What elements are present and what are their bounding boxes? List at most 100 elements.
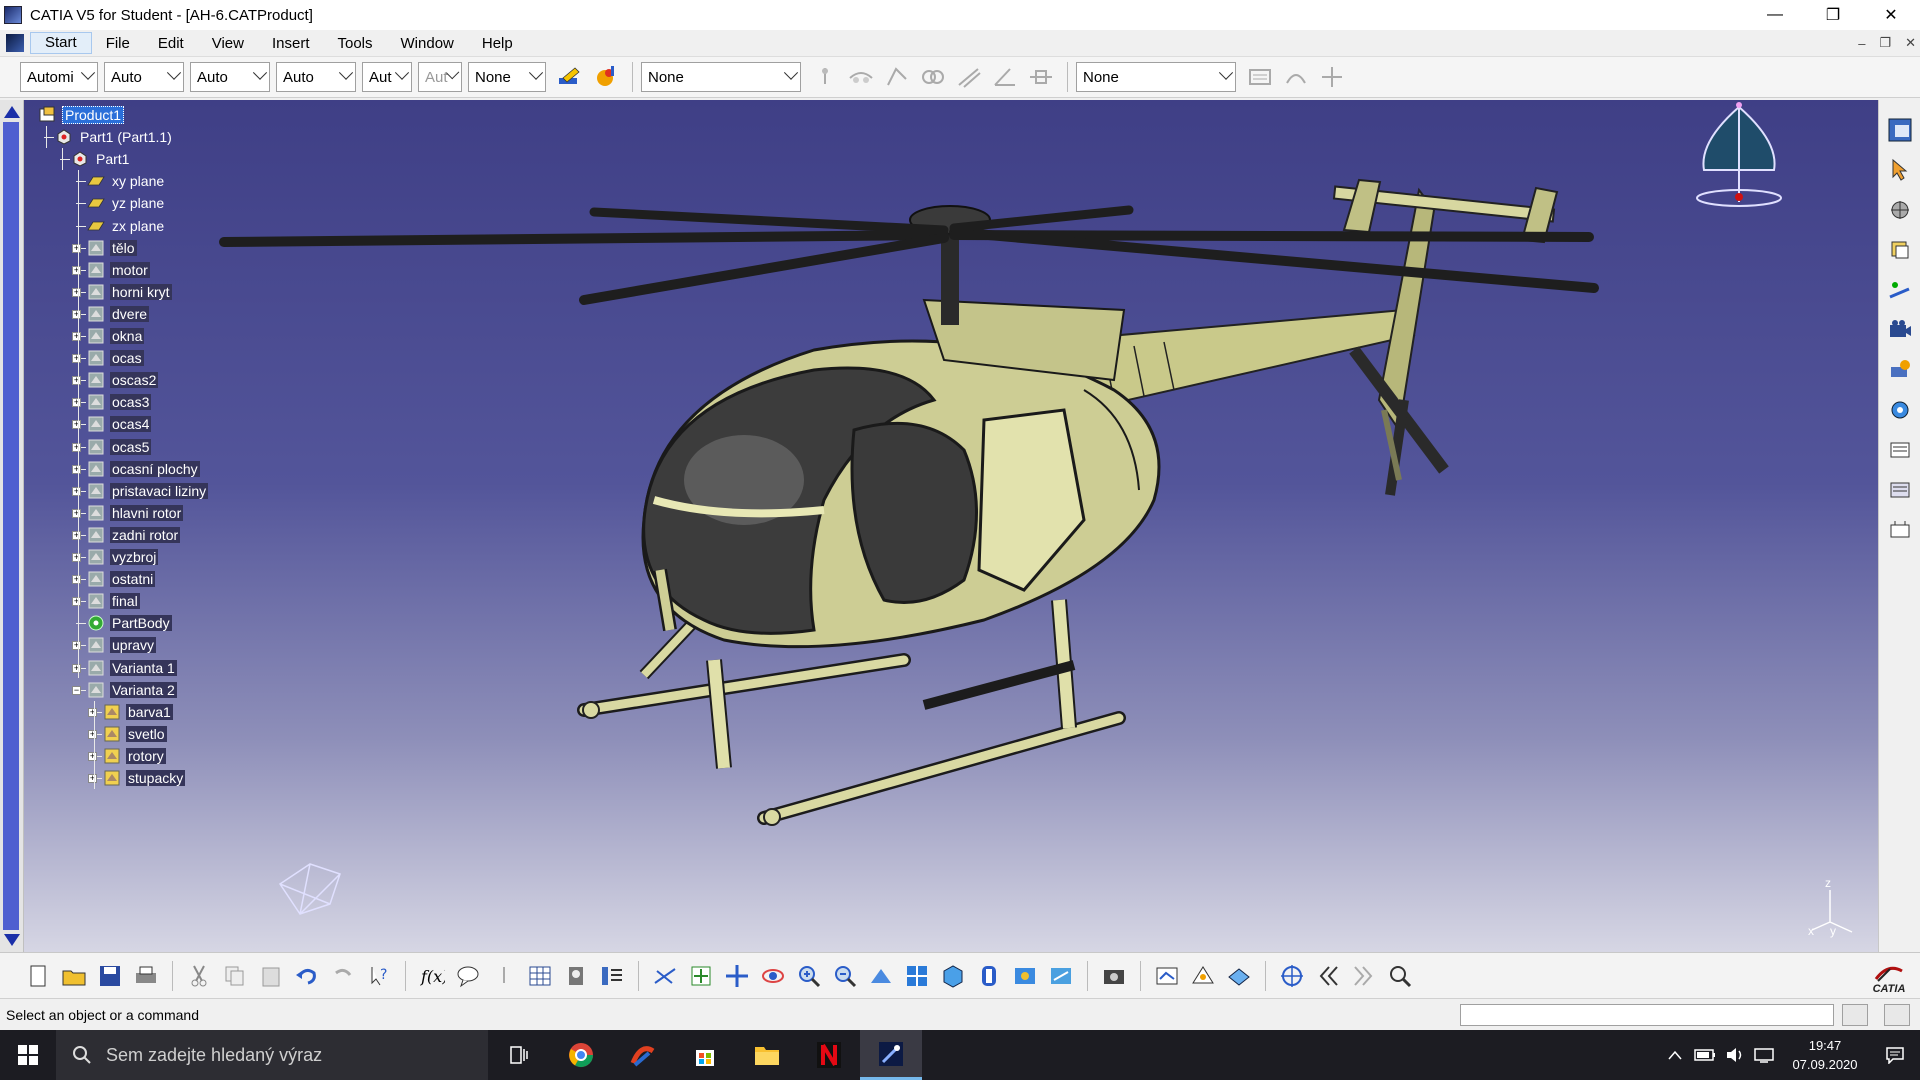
tree-expand-toggle[interactable]: + (72, 486, 81, 496)
swap-visible-icon[interactable] (1046, 961, 1076, 991)
tree-node-subitem[interactable]: barva1 (102, 701, 173, 723)
selection-filter-combo[interactable]: None (1076, 62, 1236, 92)
tree-node-product1[interactable]: Product1 (38, 104, 125, 126)
spec-icon[interactable] (597, 961, 627, 991)
scroll-down-icon[interactable] (4, 934, 20, 946)
catia-launcher-icon[interactable] (612, 1030, 674, 1080)
menu-tools[interactable]: Tools (323, 35, 386, 52)
previous-view-icon[interactable] (1313, 961, 1343, 991)
tree-expand-toggle[interactable]: + (72, 641, 81, 651)
menu-file[interactable]: File (92, 35, 144, 52)
print-icon[interactable] (131, 961, 161, 991)
gear-icon[interactable] (1885, 395, 1915, 425)
compass-icon[interactable] (1694, 100, 1784, 212)
tree-scrollbar[interactable] (0, 100, 24, 952)
tree-expand-toggle[interactable]: + (88, 729, 97, 739)
fit-all-icon[interactable] (686, 961, 716, 991)
tree-node-item[interactable]: ostatni (86, 568, 156, 590)
tree-expand-toggle[interactable]: + (72, 332, 81, 341)
tree-node-item[interactable]: zadni rotor (86, 524, 181, 546)
fly-mode-icon[interactable] (650, 961, 680, 991)
menu-help[interactable]: Help (468, 35, 527, 52)
knowledge-icon[interactable] (561, 961, 591, 991)
color-combo[interactable]: Automi (20, 62, 98, 92)
open-folder-icon[interactable] (59, 961, 89, 991)
transparency-combo[interactable]: Auto (104, 62, 184, 92)
menu-view[interactable]: View (198, 35, 258, 52)
tree-node-item[interactable]: horni kryt (86, 281, 172, 303)
tree-expand-toggle[interactable]: + (72, 597, 81, 607)
chrome-icon[interactable] (550, 1030, 612, 1080)
track-icon[interactable] (1885, 515, 1915, 545)
tree-expand-toggle[interactable]: + (88, 707, 97, 717)
doc-close-button[interactable]: ✕ (1905, 35, 1916, 51)
tree-node-item[interactable]: final (86, 590, 140, 612)
tree-node-item[interactable]: ocas (86, 347, 144, 369)
tree-expand-toggle[interactable]: + (72, 442, 81, 452)
command-help-button[interactable] (1884, 1004, 1910, 1026)
tree-expand-toggle[interactable]: + (72, 376, 81, 386)
scroll-thumb[interactable] (3, 122, 19, 930)
whats-this-icon[interactable]: ? (364, 961, 394, 991)
tree-expand-toggle[interactable]: + (72, 420, 81, 430)
tree-node-item[interactable]: ocas4 (86, 413, 152, 435)
tree-expand-toggle[interactable]: + (72, 663, 81, 673)
tree-node-item[interactable]: dvere (86, 303, 150, 325)
tree-expand-toggle[interactable]: − (72, 685, 81, 695)
table-icon[interactable] (525, 961, 555, 991)
tree-node-item[interactable]: motor (86, 259, 150, 281)
tree-expand-toggle[interactable]: + (72, 309, 81, 319)
shading-icon[interactable] (974, 961, 1004, 991)
properties-icon[interactable] (591, 62, 621, 92)
catia-active-app-icon[interactable] (860, 1030, 922, 1080)
tree-expand-toggle[interactable]: + (72, 464, 81, 474)
network-icon[interactable] (1750, 1030, 1780, 1080)
windows-start-button[interactable] (0, 1030, 56, 1080)
pin-small-icon[interactable] (489, 961, 519, 991)
painter-icon[interactable] (555, 62, 585, 92)
line-weight-combo[interactable]: Auto (190, 62, 270, 92)
iso-view-icon[interactable] (938, 961, 968, 991)
command-input[interactable] (1460, 1004, 1834, 1026)
undo-icon[interactable] (292, 961, 322, 991)
filter-combo[interactable]: None (641, 62, 801, 92)
tree-expand-toggle[interactable]: + (72, 243, 81, 253)
chevron-up-icon[interactable] (1660, 1030, 1690, 1080)
capture-icon[interactable] (1099, 961, 1129, 991)
tree-node-item[interactable]: yz plane (86, 192, 166, 214)
save-icon[interactable] (95, 961, 125, 991)
zoom-in-icon[interactable] (794, 961, 824, 991)
tree-expand-toggle[interactable]: + (72, 287, 81, 297)
tree-node-part1[interactable]: Part1 (70, 148, 131, 170)
layer-combo[interactable]: None (468, 62, 546, 92)
normal-view-icon[interactable] (866, 961, 896, 991)
tree-node-item[interactable]: xy plane (86, 170, 166, 192)
tree-node-item[interactable]: oscas2 (86, 369, 159, 391)
rotate-icon[interactable] (758, 961, 788, 991)
tree-node-subitem[interactable]: stupacky (102, 767, 186, 789)
tree-expand-toggle[interactable]: + (88, 774, 97, 783)
product-structure-icon[interactable] (1885, 195, 1915, 225)
compass-reset-icon[interactable] (1277, 961, 1307, 991)
tree-node-item[interactable]: okna (86, 325, 145, 347)
tree-node-item[interactable]: zx plane (86, 215, 166, 237)
tree-expand-toggle[interactable]: + (72, 530, 81, 540)
tree-expand-toggle[interactable]: + (72, 553, 81, 562)
command-list-button[interactable] (1842, 1004, 1868, 1026)
tree-expand-toggle[interactable]: + (72, 265, 81, 275)
tree-node-item[interactable]: Varianta 1 (86, 657, 177, 679)
zoom-out-icon[interactable] (830, 961, 860, 991)
line-type-combo[interactable]: Auto (276, 62, 356, 92)
point-symbol-combo[interactable]: Aut (362, 62, 412, 92)
tree-expand-toggle[interactable]: + (72, 354, 81, 364)
paste-icon[interactable] (256, 961, 286, 991)
simulation-icon[interactable] (1885, 355, 1915, 385)
tree-node-part-instance[interactable]: Part1 (Part1.1) (54, 126, 174, 148)
new-file-icon[interactable] (23, 961, 53, 991)
doc-minimize-button[interactable]: – (1858, 36, 1865, 51)
tree-node-item[interactable]: upravy (86, 634, 157, 656)
scroll-up-icon[interactable] (4, 106, 20, 118)
cut-icon[interactable] (184, 961, 214, 991)
hide-show-icon[interactable] (1010, 961, 1040, 991)
menu-insert[interactable]: Insert (258, 35, 324, 52)
